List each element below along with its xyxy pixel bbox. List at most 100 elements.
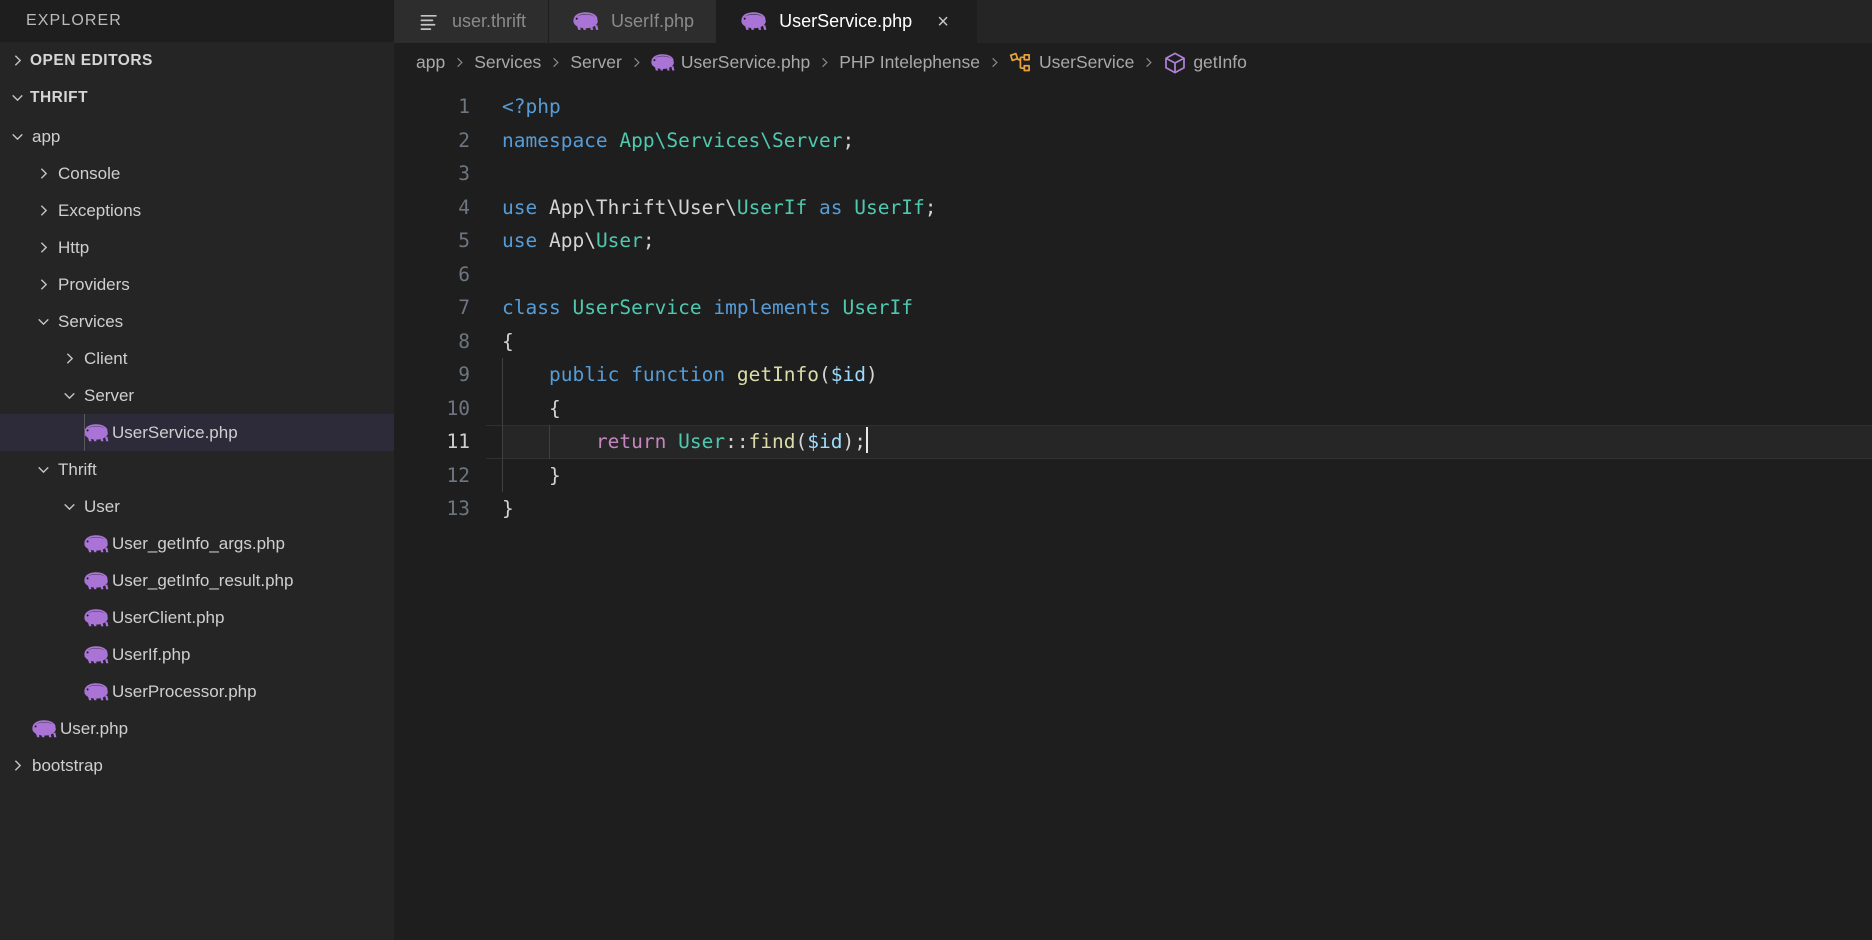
tree-file-row[interactable]: UserService.php [0, 414, 394, 451]
tree-file-row[interactable]: User_getInfo_result.php [0, 562, 394, 599]
code-token: as [819, 195, 843, 219]
code-editor[interactable]: 1 2 3 4 5 6 7 8 9 10 11 12 13 <?php namespace App\Ser… [394, 82, 1872, 940]
tree-item-label: Server [84, 385, 135, 405]
tree-folder-row[interactable]: User [0, 488, 394, 525]
tree-folder-row[interactable]: Services [0, 303, 394, 340]
explorer-sidebar: EXPLORER OPEN EDITORS THRIFT app Console E… [0, 0, 394, 940]
breadcrumb-label: getInfo [1193, 52, 1247, 72]
tree-item-label: Console [58, 163, 121, 183]
tree-file-row[interactable]: User.php [0, 710, 394, 747]
chevron-down-icon[interactable] [30, 313, 56, 330]
tree-folder-row[interactable]: Thrift [0, 451, 394, 488]
php-elephant-icon [82, 571, 110, 590]
code-line[interactable]: } [502, 458, 1872, 492]
code-token: { [502, 329, 514, 353]
breadcrumb-label: UserService [1039, 52, 1135, 72]
chevron-right-icon[interactable] [30, 276, 56, 293]
breadcrumb[interactable]: app Services Server UserService.php PHP Inte… [394, 43, 1872, 82]
code-line[interactable]: <?php [502, 90, 1872, 124]
code-line[interactable]: class UserService implements UserIf [502, 291, 1872, 325]
tree-folder-row[interactable]: Client [0, 340, 394, 377]
text-cursor [866, 427, 869, 453]
editor-tab[interactable]: user.thrift [394, 0, 550, 43]
line-number: 4 [458, 195, 470, 219]
code-line[interactable]: return User::find($id); [486, 425, 1872, 459]
tree-folder-row[interactable]: app [0, 118, 394, 155]
section-thrift[interactable]: THRIFT [0, 79, 394, 116]
code-line[interactable] [502, 157, 1872, 191]
tree-folder-row[interactable]: Http [0, 229, 394, 266]
breadcrumb-label: PHP Intelephense [839, 52, 980, 72]
chevron-right-icon[interactable] [30, 239, 56, 256]
tree-folder-row[interactable]: bootstrap [0, 747, 394, 784]
code-token: $id [830, 363, 867, 386]
chevron-right-icon[interactable] [30, 202, 56, 219]
breadcrumb-separator-icon [817, 55, 832, 70]
php-elephant-icon [30, 719, 58, 738]
breadcrumb-item[interactable]: Server [570, 52, 622, 73]
code-line[interactable]: use App\User; [502, 224, 1872, 258]
explorer-title: EXPLORER [0, 0, 394, 42]
tree-file-row[interactable]: UserProcessor.php [0, 673, 394, 710]
tree-item-label: User.php [60, 718, 129, 738]
chevron-down-icon[interactable] [56, 387, 82, 404]
code-line[interactable]: use App\Thrift\User\UserIf as UserIf; [502, 191, 1872, 225]
section-open-editors[interactable]: OPEN EDITORS [0, 42, 394, 79]
chevron-down-icon[interactable] [56, 498, 82, 515]
code-line[interactable]: namespace App\Services\Server; [502, 124, 1872, 158]
tree-file-row[interactable]: UserClient.php [0, 599, 394, 636]
code-line-text: { [502, 397, 561, 420]
breadcrumb-item[interactable]: Services [474, 52, 541, 73]
line-number: 5 [458, 229, 470, 252]
tree-folder-row[interactable]: Console [0, 155, 394, 192]
php-elephant-icon [82, 423, 110, 442]
tree-folder-row[interactable]: Exceptions [0, 192, 394, 229]
tree-file-row[interactable]: User_getInfo_args.php [0, 525, 394, 562]
line-number: 3 [458, 162, 470, 185]
code-token: App\Thrift\User\ [537, 195, 737, 219]
breadcrumb-item[interactable]: PHP Intelephense [839, 52, 980, 73]
code-line[interactable]: { [502, 391, 1872, 425]
breadcrumb-item[interactable]: UserService [1009, 51, 1134, 75]
breadcrumb-item[interactable]: app [416, 52, 445, 73]
code-line[interactable]: public function getInfo($id) [502, 358, 1872, 392]
chevron-right-icon[interactable] [4, 757, 30, 774]
php-elephant-icon [82, 608, 110, 627]
code-token: public [548, 363, 620, 386]
tab-label: user.thrift [452, 11, 527, 31]
chevron-right-icon[interactable] [56, 350, 82, 367]
chevron-down-icon [4, 89, 30, 106]
thrift-lines-icon [418, 11, 440, 33]
code-line[interactable]: } [502, 492, 1872, 526]
tree-file-row[interactable]: UserIf.php [0, 636, 394, 673]
editor-tab[interactable]: UserIf.php [549, 0, 718, 43]
breadcrumb-item[interactable]: getInfo [1163, 51, 1247, 75]
tab-close-icon[interactable]: × [932, 11, 954, 33]
code-token: ; [924, 195, 937, 219]
code-content[interactable]: <?php namespace App\Services\Server; use A… [486, 82, 1872, 940]
code-token: } [502, 497, 514, 520]
tree-item-label: Client [84, 348, 128, 368]
tree-item-label: Services [58, 311, 124, 331]
chevron-down-icon[interactable] [30, 461, 56, 478]
php-elephant-icon [82, 534, 110, 553]
breadcrumb-separator-icon [987, 55, 1002, 70]
tree-folder-row[interactable]: Providers [0, 266, 394, 303]
chevron-down-icon[interactable] [4, 128, 30, 145]
chevron-right-icon[interactable] [30, 165, 56, 182]
code-line[interactable] [502, 258, 1872, 292]
tree-folder-row[interactable]: Server [0, 377, 394, 414]
editor-tab[interactable]: UserService.php × [717, 0, 978, 43]
code-token: UserIf [736, 195, 808, 219]
editor-tab-bar: user.thrift UserIf.php UserService.php × [394, 0, 1872, 43]
breadcrumb-item[interactable]: UserService.php [651, 52, 810, 73]
line-number-gutter: 1 2 3 4 5 6 7 8 9 10 11 12 13 [394, 82, 486, 940]
code-token: UserService [572, 296, 702, 319]
code-line[interactable]: { [502, 325, 1872, 359]
